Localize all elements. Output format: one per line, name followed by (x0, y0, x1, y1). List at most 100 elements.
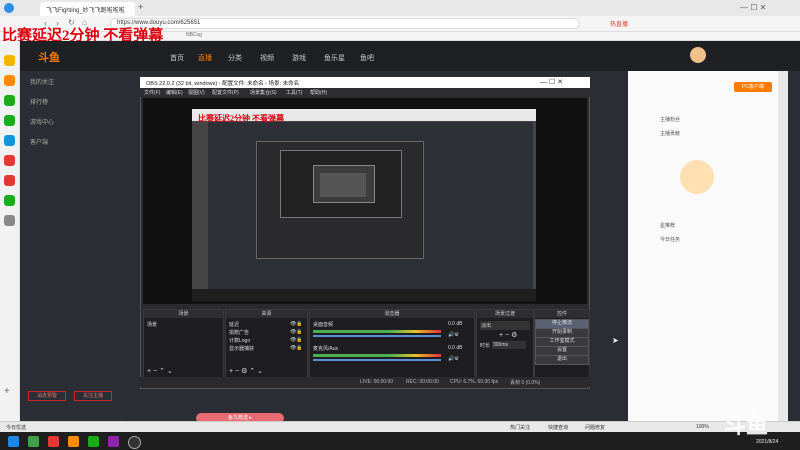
eye-icon[interactable]: 👁🔒 (290, 329, 303, 335)
chat-icon[interactable] (4, 95, 15, 106)
status-dropped: 丢帧 0 (0.0%) (510, 380, 541, 386)
eye-icon[interactable]: 👁🔒 (290, 345, 303, 351)
nav-item-game[interactable]: 游戏 (292, 53, 306, 63)
douyu-right-panel (628, 71, 778, 421)
nav-item-live[interactable]: 直播 (198, 53, 212, 63)
obs-menu-tools[interactable]: 工具(T) (286, 89, 302, 96)
mixer-track-name: 麦克风/Aux (313, 346, 339, 352)
extension-sidebar: + (0, 41, 20, 421)
transition-select[interactable]: 淡出 (480, 321, 530, 330)
status-item[interactable]: 问题修复 (585, 424, 605, 431)
scene-item[interactable]: 场景 (147, 321, 157, 328)
sidebar-button-alert[interactable]: 消息预警 (28, 391, 66, 401)
speaker-icon[interactable]: 🔊⚙ (448, 356, 459, 362)
sidebar-item-rank[interactable]: 排行榜 (30, 97, 48, 106)
obs-menu-edit[interactable]: 编辑(E) (166, 89, 183, 96)
browser-tab[interactable]: 飞飞Fighting_妙飞飞跑啦啦啦 (40, 2, 135, 16)
scenes-header: 场景 (144, 310, 223, 318)
mascot-image (680, 160, 714, 194)
add-scene-button[interactable]: + − ⌃ ⌄ (147, 367, 173, 375)
page-scrollbar[interactable] (778, 71, 788, 421)
speaker-icon[interactable]: 🔊⚙ (448, 332, 459, 338)
note-icon[interactable] (4, 155, 15, 166)
status-left[interactable]: 今日优选 (6, 424, 26, 431)
tool-icon[interactable] (4, 215, 15, 226)
nav-item-category[interactable]: 分类 (228, 53, 242, 63)
sidebar-item-follow[interactable]: 我的关注 (30, 77, 54, 86)
sidebar-item-client[interactable]: 客户端 (30, 137, 48, 146)
obs-menu-scene[interactable]: 场景集合(S) (250, 89, 277, 96)
eye-icon[interactable]: 👁🔒 (290, 321, 303, 327)
status-item[interactable]: 快捷查询 (548, 424, 568, 431)
eye-icon[interactable]: 👁🔒 (290, 337, 303, 343)
nav-item-fun[interactable]: 鱼乐星 (324, 53, 345, 63)
right-item-task[interactable]: 今日任务 (660, 236, 680, 243)
nav-item-bar[interactable]: 鱼吧 (360, 53, 374, 63)
duration-label: 时长 (480, 343, 491, 349)
controls-header: 控件 (535, 310, 589, 318)
douyu-logo[interactable]: 斗鱼 (38, 49, 60, 65)
user-avatar[interactable] (690, 47, 706, 63)
duration-input[interactable]: 300ms (492, 341, 526, 349)
sidebar-button-follow[interactable]: 关注主播 (74, 391, 112, 401)
video-icon[interactable] (4, 135, 15, 146)
obs-menubar (140, 88, 590, 97)
transitions-header: 场景过渡 (477, 310, 533, 318)
inner-overlay-title: 比赛延迟2分钟 不看弹幕 (198, 114, 284, 123)
mixer-header: 混音器 (310, 310, 474, 318)
taskbar-app-icon[interactable] (28, 436, 39, 447)
obs-window-controls[interactable]: — ☐ ✕ (540, 78, 563, 86)
obs-menu-view[interactable]: 视图(V) (188, 89, 205, 96)
add-icon[interactable]: + (4, 386, 15, 397)
mouse-cursor: ➤ (612, 336, 619, 345)
hot-badge[interactable]: 热直播 (610, 19, 628, 28)
mail-icon[interactable] (4, 115, 15, 126)
url-input[interactable]: https://www.douyu.com/625651 (110, 18, 580, 29)
mixer-meter (313, 354, 441, 357)
inner-taskbar (192, 289, 536, 301)
source-item[interactable]: 计数Logo (229, 337, 250, 344)
obs-menu-file[interactable]: 文件(F) (144, 89, 160, 96)
taskbar-app-icon[interactable] (88, 436, 99, 447)
mixer-meter (313, 330, 441, 333)
taskbar-app-icon[interactable] (68, 436, 79, 447)
exit-button[interactable]: 退出 (535, 355, 589, 365)
app-icon[interactable] (4, 75, 15, 86)
window-controls: — ☐ ✕ (740, 3, 767, 12)
pc-client-button[interactable]: PC客户端 (734, 82, 772, 92)
sources-panel: 来源 延迟 捐赠广告 计数Logo 显示器捕获 👁🔒 👁🔒 👁🔒 👁🔒 + − … (225, 309, 308, 378)
bookmark-item[interactable]: NBCsg (186, 32, 202, 38)
taskbar-app-icon[interactable] (108, 436, 119, 447)
nav-item-home[interactable]: 首页 (170, 53, 184, 63)
windows-taskbar (0, 432, 800, 450)
inner-obs-3 (320, 173, 366, 197)
volume-slider[interactable] (313, 335, 441, 337)
obs-taskbar-icon[interactable] (128, 436, 141, 449)
volume-slider[interactable] (313, 359, 441, 361)
obs-titlebar: OBS 22.0.2 (32 bit, windows) - 配置文件: 未命名… (140, 77, 590, 88)
right-item-contrib[interactable]: 主播贡献 (660, 130, 680, 137)
zoom-level[interactable]: 100% (696, 424, 709, 430)
obs-menu-help[interactable]: 帮助(H) (310, 89, 327, 96)
add-source-button[interactable]: + − ⚙ ⌃ ⌄ (229, 367, 263, 375)
source-item[interactable]: 延迟 (229, 321, 239, 328)
source-item[interactable]: 显示器捕获 (229, 345, 254, 352)
start-icon[interactable] (8, 436, 19, 447)
new-tab-button[interactable]: + (138, 2, 143, 12)
right-item-recommend[interactable]: 星推荐 (660, 222, 675, 229)
transitions-panel: 场景过渡 淡出 + − ⚙ 时长 300ms (476, 309, 534, 378)
mixer-track-name: 桌面音频 (313, 322, 334, 328)
shop-icon[interactable] (4, 195, 15, 206)
star-icon[interactable] (4, 55, 15, 66)
taskbar-app-icon[interactable] (48, 436, 59, 447)
sidebar-item-games[interactable]: 游戏中心 (30, 117, 54, 126)
status-item[interactable]: 热门关注 (510, 424, 530, 431)
source-item[interactable]: 捐赠广告 (229, 329, 249, 336)
douyu-watermark: 斗鱼 (724, 414, 769, 439)
right-item-fans[interactable]: 主播粉丝 (660, 116, 680, 123)
game-icon[interactable] (4, 175, 15, 186)
transition-buttons[interactable]: + − ⚙ (499, 331, 517, 339)
mixer-track-db: 0.0 dB (448, 345, 463, 351)
obs-menu-profile[interactable]: 配置文件(P) (212, 89, 239, 96)
nav-item-video[interactable]: 视频 (260, 53, 274, 63)
